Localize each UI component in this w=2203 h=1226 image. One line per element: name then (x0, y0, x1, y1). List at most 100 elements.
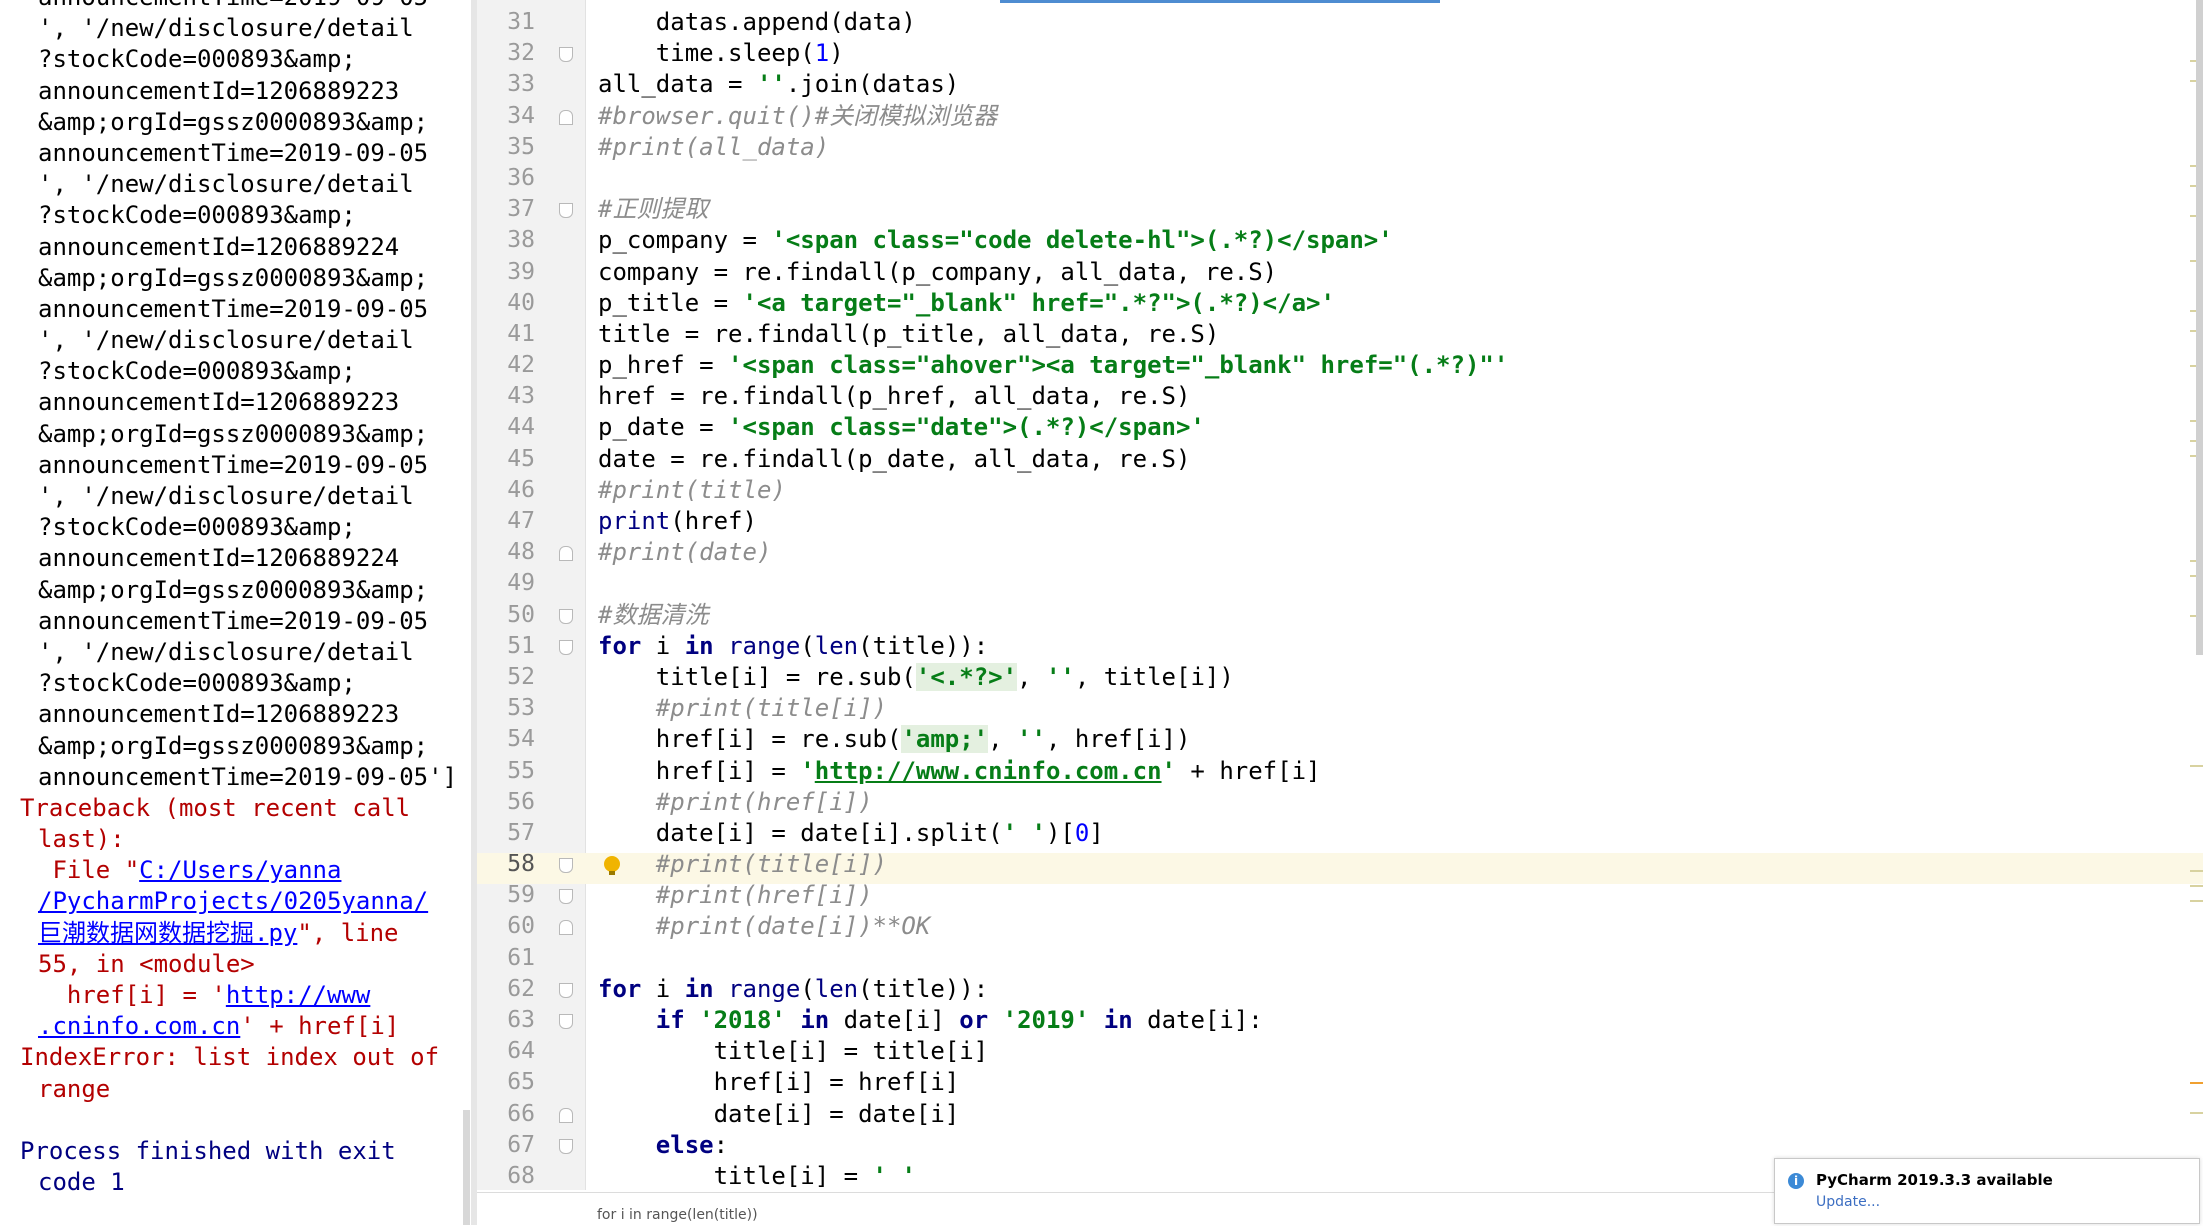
console-line: ', '/new/disclosure/detail (38, 326, 414, 355)
code-line: time.sleep(1) (598, 39, 844, 68)
code-line: p_date = '<span class="date">(.*?)</span… (598, 413, 1205, 442)
line-number: 38 (507, 227, 535, 254)
fold-end-icon[interactable] (559, 982, 573, 998)
console-output: announcementTime=2019-09-05 ', '/new/dis… (20, 0, 460, 1198)
line-number: 46 (507, 476, 535, 503)
line-number: 48 (477, 537, 585, 568)
stripe-marker[interactable] (2190, 765, 2203, 767)
editor-scrollbar[interactable] (2196, 0, 2203, 655)
traceback-header-cont: last): (38, 825, 125, 854)
console-line: ?stockCode=000893&amp; (38, 669, 356, 698)
process-status-cont: code 1 (38, 1168, 125, 1197)
code-editor[interactable]: datas.append(data) time.sleep(1) all_dat… (598, 7, 2158, 1192)
run-console[interactable]: announcementTime=2019-09-05 ', '/new/dis… (0, 0, 470, 1225)
line-number: 64 (507, 1038, 535, 1065)
console-line: &amp;orgId=gssz0000893&amp; (38, 419, 429, 448)
console-line: ', '/new/disclosure/detail (38, 14, 414, 43)
line-number: 42 (507, 352, 535, 379)
console-line: &amp;orgId=gssz0000893&amp; (38, 731, 429, 760)
stripe-marker[interactable] (2190, 1112, 2203, 1114)
code-url-link[interactable]: http://www.cninfo.com.cn (815, 757, 1162, 785)
line-number: 39 (507, 258, 535, 285)
code-line: date[i] = date[i] (598, 1099, 960, 1128)
console-line: ?stockCode=000893&amp; (38, 201, 356, 230)
console-line: announcementTime=2019-09-05'] (38, 762, 458, 791)
line-number: 55 (507, 757, 535, 784)
traceback-url-link[interactable]: http://www (226, 981, 371, 1009)
code-line: title = re.findall(p_title, all_data, re… (598, 319, 1220, 348)
line-number: 47 (507, 508, 535, 534)
fold-end-icon[interactable] (559, 889, 573, 905)
console-scrollbar[interactable] (463, 1110, 470, 1225)
traceback-code-suffix: ' + href[i] (240, 1012, 400, 1041)
fold-end-icon[interactable] (559, 47, 573, 63)
line-number: 52 (507, 663, 535, 690)
line-number: 56 (507, 788, 535, 815)
fold-end-icon[interactable] (559, 639, 573, 655)
notification-title: PyCharm 2019.3.3 available (1816, 1171, 2053, 1189)
line-number: 33 (507, 71, 535, 98)
code-comment: #print(title) (598, 475, 786, 504)
console-line: announcementTime=2019-09-05 (20, 0, 460, 13)
code-line: p_title = '<a target="_blank" href=".*?"… (598, 288, 1335, 317)
line-number: 37 (477, 194, 585, 225)
stripe-marker-warning[interactable] (2190, 1082, 2203, 1084)
traceback-file-link[interactable]: C:/Users/yanna (139, 856, 341, 884)
traceback-file-suffix: ", line (297, 918, 399, 947)
line-number: 34 (477, 101, 585, 132)
fold-end-icon[interactable] (559, 858, 573, 874)
code-comment: #数据清洗 (598, 600, 709, 629)
line-number: 66 (477, 1099, 585, 1130)
fold-start-icon[interactable] (559, 109, 573, 125)
line-number: 44 (507, 414, 535, 441)
error-message-cont: range (38, 1074, 111, 1103)
line-number: 45 (507, 445, 535, 472)
code-line: for i in range(len(title)): (598, 974, 989, 1003)
traceback-file-link[interactable]: 巨潮数据网数据挖掘.py (38, 919, 297, 947)
console-line: ?stockCode=000893&amp; (38, 357, 356, 386)
line-number: 61 (507, 944, 535, 971)
traceback-code-line: .cninfo.com.cn' + href[i] (20, 1011, 460, 1042)
line-numbers: 31 32 33 34 35 36 37 38 39 40 41 42 43 4… (477, 7, 585, 1192)
line-number: 68 (507, 1162, 535, 1189)
code-comment: #正则提取 (598, 195, 709, 224)
code-line: title[i] = title[i] (598, 1037, 989, 1066)
stripe-marker[interactable] (2190, 900, 2203, 902)
code-line: href[i] = href[i] (598, 1068, 960, 1097)
traceback-file-prefix: File " (38, 856, 140, 885)
line-number: 53 (507, 695, 535, 722)
traceback-file-link[interactable]: /PycharmProjects/0205yanna/ (38, 887, 428, 915)
console-line: ?stockCode=000893&amp; (38, 513, 356, 542)
line-number: 35 (507, 133, 535, 160)
code-comment: #print(date) (598, 538, 772, 567)
line-number: 49 (507, 570, 535, 597)
code-line: date = re.findall(p_date, all_data, re.S… (598, 444, 1191, 473)
breadcrumb[interactable]: for i in range(len(title)) (477, 1192, 1777, 1226)
stripe-marker[interactable] (2190, 885, 2203, 887)
fold-end-icon[interactable] (559, 1014, 573, 1029)
traceback-url-link[interactable]: .cninfo.com.cn (38, 1012, 240, 1040)
console-line: &amp;orgId=gssz0000893&amp; (38, 107, 429, 136)
line-number: 50 (477, 600, 585, 631)
code-line: href = re.findall(p_href, all_data, re.S… (598, 382, 1191, 411)
update-link[interactable]: Update... (1816, 1194, 1880, 1210)
breadcrumb-item[interactable]: for i in range(len(title)) (597, 1207, 758, 1223)
console-line: announcementTime=2019-09-05 (38, 138, 429, 167)
fold-end-icon[interactable] (559, 203, 573, 219)
fold-start-icon[interactable] (559, 920, 573, 936)
update-notification[interactable]: i PyCharm 2019.3.3 available Update... (1774, 1158, 2200, 1224)
fold-end-icon[interactable] (559, 608, 573, 624)
code-line: print(href) (598, 507, 757, 535)
code-line: date[i] = date[i].split(' ')[0] (598, 818, 1104, 847)
console-line: announcementId=1206889223 (38, 700, 400, 729)
code-line: href[i] = re.sub('amp;', '', href[i]) (598, 725, 1191, 754)
console-line: announcementId=1206889223 (38, 388, 400, 417)
stripe-marker[interactable] (2190, 870, 2203, 872)
code-comment: #browser.quit()#关闭模拟浏览器 (598, 101, 998, 130)
line-number: 32 (477, 38, 585, 69)
fold-start-icon[interactable] (559, 1107, 573, 1123)
fold-start-icon[interactable] (559, 546, 573, 562)
fold-end-icon[interactable] (559, 1138, 573, 1154)
